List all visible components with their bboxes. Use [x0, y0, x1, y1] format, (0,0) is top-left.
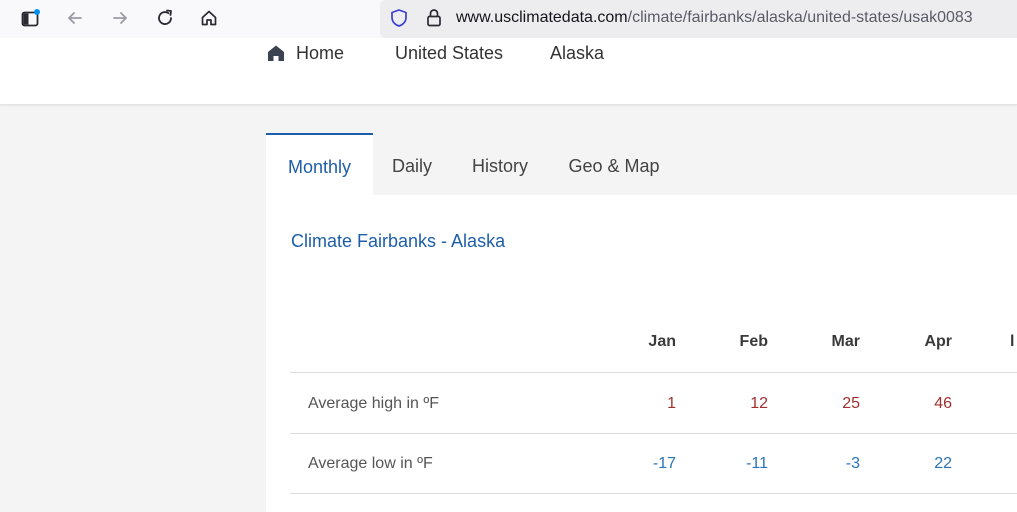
- breadcrumb-country[interactable]: United States: [395, 43, 503, 64]
- tab-bar: Monthly Daily History Geo & Map: [266, 133, 1017, 195]
- lock-icon[interactable]: [424, 7, 444, 29]
- column-header-jan: Jan: [648, 333, 676, 350]
- tab-monthly[interactable]: Monthly: [266, 133, 373, 195]
- cell-low-mar: -3: [845, 455, 860, 472]
- url-host: www.usclimatedata.com: [456, 9, 628, 26]
- reload-icon: [158, 9, 172, 25]
- forward-arrow-icon: [113, 12, 127, 24]
- home-icon: [201, 10, 217, 26]
- row-divider: [290, 372, 1017, 373]
- row-label-average-high: Average high in ºF: [308, 395, 439, 412]
- cell-low-feb: -11: [746, 455, 768, 472]
- back-arrow-icon: [68, 12, 82, 24]
- url-path: /climate/fairbanks/alaska/united-states/…: [627, 9, 973, 26]
- tab-daily[interactable]: Daily: [373, 133, 451, 195]
- column-header-may-cut: l: [1010, 333, 1015, 350]
- cell-high-feb: 12: [750, 395, 768, 412]
- back-button[interactable]: [61, 5, 89, 31]
- forward-button[interactable]: [106, 5, 134, 31]
- page-title: Climate Fairbanks - Alaska: [291, 231, 506, 251]
- cell-high-mar: 25: [842, 395, 860, 412]
- breadcrumb-state[interactable]: Alaska: [550, 43, 604, 64]
- site-header: Home United States Alaska: [0, 38, 1017, 105]
- row-divider: [290, 433, 1017, 434]
- tab-history[interactable]: History: [456, 133, 544, 195]
- browser-toolbar: www.usclimatedata.com/climate/fairbanks/…: [0, 0, 1017, 38]
- sidebar-toggle-icon: [21, 9, 40, 27]
- cell-high-jan: 1: [667, 395, 676, 412]
- column-header-apr: Apr: [924, 333, 952, 350]
- address-bar[interactable]: www.usclimatedata.com/climate/fairbanks/…: [380, 0, 1017, 38]
- home-button[interactable]: [195, 5, 223, 31]
- reload-button[interactable]: [151, 5, 179, 31]
- climate-panel: Climate Fairbanks - Alaska Jan Feb Mar A…: [266, 195, 1017, 512]
- tab-geo-map[interactable]: Geo & Map: [554, 133, 674, 195]
- cell-low-jan: -17: [652, 455, 676, 472]
- cell-high-apr: 46: [934, 395, 952, 412]
- sidebar-toggle-button[interactable]: [16, 5, 44, 31]
- shield-icon[interactable]: [389, 8, 409, 28]
- column-header-feb: Feb: [739, 333, 768, 350]
- url-text[interactable]: www.usclimatedata.com/climate/fairbanks/…: [456, 9, 973, 27]
- breadcrumb-home[interactable]: Home: [296, 43, 344, 64]
- home-icon[interactable]: [266, 44, 286, 62]
- row-label-average-low: Average low in ºF: [308, 455, 433, 472]
- row-divider: [290, 493, 1017, 494]
- column-header-mar: Mar: [831, 333, 860, 350]
- cell-low-apr: 22: [934, 455, 952, 472]
